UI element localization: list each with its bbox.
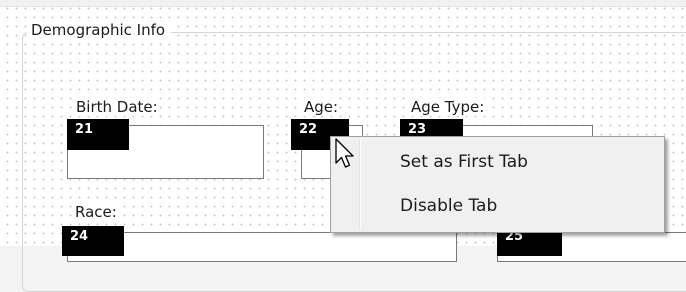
designer-top-strip bbox=[0, 0, 686, 7]
birth-date-label: Birth Date: bbox=[75, 98, 159, 116]
tab-order-badge[interactable]: 24 bbox=[62, 226, 124, 256]
age-label: Age: bbox=[303, 98, 340, 116]
context-menu: Set as First Tab Disable Tab bbox=[330, 136, 665, 233]
race-field[interactable] bbox=[67, 232, 457, 262]
mouse-pointer-icon bbox=[335, 138, 354, 168]
tab-order-badge[interactable]: 21 bbox=[67, 119, 129, 150]
age-type-label: Age Type: bbox=[410, 98, 486, 116]
menu-item-disable-tab[interactable]: Disable Tab bbox=[333, 186, 662, 226]
menu-item-set-as-first-tab[interactable]: Set as First Tab bbox=[333, 142, 662, 182]
groupbox-title: Demographic Info bbox=[27, 21, 172, 39]
race-label: Race: bbox=[74, 203, 118, 221]
